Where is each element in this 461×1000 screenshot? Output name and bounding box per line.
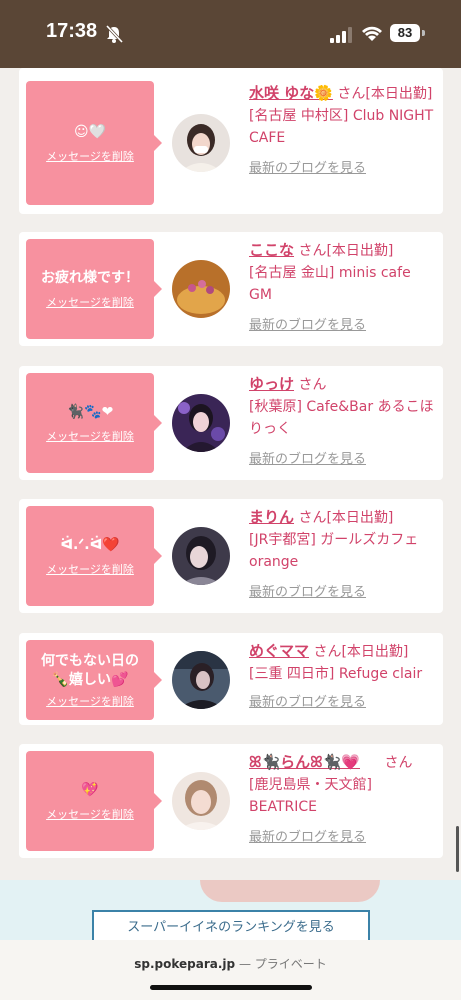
message-bubble: 🐈‍⬛🐾❤ メッセージを削除 [26,373,162,473]
battery-indicator: 83 [390,24,420,42]
cast-name-line: 水咲 ゆな🌼 さん[本日出勤] [249,82,437,105]
home-indicator[interactable] [150,985,312,990]
message-list: ☺🤍 メッセージを削除 水咲 ゆな🌼 さん[本日出勤] [名古屋 中村区] Cl… [0,68,461,948]
signal-icon [330,27,352,43]
message-text: 🐈‍⬛🐾❤ [66,403,114,420]
browser-url-bar[interactable]: sp.pokepara.jp — プライベート [0,940,461,1000]
cast-info: ここな さん[本日出勤] [名古屋 金山] minis cafe GM 最新のブ… [249,239,437,333]
avatar[interactable] [172,114,230,172]
delete-message-link[interactable]: メッセージを削除 [46,294,134,310]
url-separator: — [238,957,251,971]
honorific: さん [298,377,327,393]
message-text: 何でもない日の🍾嬉しい💕 [41,652,139,688]
cast-info: まりん さん[本日出勤] [JR宇都宮] ガールズカフェ orange 最新のブ… [249,506,437,600]
battery-tip [422,30,425,36]
work-status: [本日出勤] [326,243,394,259]
message-text: お疲れ様です！ [41,269,139,286]
status-bar: 17:38 83 [0,0,461,68]
url-host: sp.pokepara.jp [134,957,236,971]
message-bubble: 何でもない日の🍾嬉しい💕 メッセージを削除 [26,640,162,720]
delete-message-link[interactable]: メッセージを削除 [46,428,134,444]
honorific: さん [384,755,413,771]
honorific: さん [313,644,342,660]
work-status: [本日出勤] [326,510,394,526]
wifi-icon [362,26,382,41]
cast-info: ꕤ🐈‍⬛らんꕤ🐈‍⬛💗 さん [鹿児島県・天文館] BEATRICE 最新のブロ… [249,751,437,845]
message-bubble: ᐛ.ᐟ.ᐛ❤️ メッセージを削除 [26,506,162,606]
shop-name: [三重 四日市] Refuge clair [249,666,423,682]
message-card: 💖 メッセージを削除 ꕤ🐈‍⬛らんꕤ🐈‍⬛💗 さん [鹿児島県・天文館] BEA… [19,744,443,858]
message-text: ☺🤍 [73,123,107,140]
avatar[interactable] [172,651,230,709]
honorific: さん [298,510,327,526]
delete-message-link[interactable]: メッセージを削除 [46,693,134,709]
cast-info: ゆっけ さん [秋葉原] Cafe&Bar あるこほりっく 最新のブログを見る [249,373,437,467]
url-text: sp.pokepara.jp — プライベート [0,955,461,972]
work-status: [本日出勤] [365,86,433,102]
shop-name: [JR宇都宮] ガールズカフェ orange [249,532,419,570]
message-text: ᐛ.ᐟ.ᐛ❤️ [60,536,120,553]
message-bubble: 💖 メッセージを削除 [26,751,162,851]
cast-name-link[interactable]: ゆっけ [249,375,294,393]
latest-blog-link[interactable]: 最新のブログを見る [249,826,437,845]
message-card: 何でもない日の🍾嬉しい💕 メッセージを削除 めぐママ さん[本日出勤] [三重 … [19,633,443,725]
shop-name: [鹿児島県・天文館] BEATRICE [249,777,372,815]
cast-name-link[interactable]: ここな [249,241,294,259]
cast-name-link[interactable]: まりん [249,508,294,526]
avatar[interactable] [172,394,230,452]
private-mode-label: プライベート [254,957,327,971]
delete-message-link[interactable]: メッセージを削除 [46,806,134,822]
cast-name-link[interactable]: ꕤ🐈‍⬛らんꕤ🐈‍⬛💗 [249,753,360,771]
latest-blog-link[interactable]: 最新のブログを見る [249,157,437,176]
cast-name-link[interactable]: めぐママ [249,642,309,660]
cast-info: めぐママ さん[本日出勤] [三重 四日市] Refuge clair 最新のブ… [249,640,437,710]
bell-muted-icon [105,24,124,44]
latest-blog-link[interactable]: 最新のブログを見る [249,691,437,710]
honorific: さん [298,243,327,259]
message-card: お疲れ様です！ メッセージを削除 ここな さん[本日出勤] [名古屋 金山] m… [19,232,443,346]
avatar[interactable] [172,260,230,318]
work-status: [本日出勤] [341,644,409,660]
cast-name-line: めぐママ さん[本日出勤] [249,640,437,663]
mascot-illustration [200,880,380,902]
cast-name-link[interactable]: 水咲 ゆな🌼 [249,84,333,102]
cast-info: 水咲 ゆな🌼 さん[本日出勤] [名古屋 中村区] Club NIGHT CAF… [249,82,437,176]
honorific: さん [337,86,366,102]
shop-name: [名古屋 中村区] Club NIGHT CAFE [249,108,434,146]
shop-name: [名古屋 金山] minis cafe GM [249,265,411,303]
status-time: 17:38 [46,20,98,42]
cast-name-line: ここな さん[本日出勤] [249,239,437,262]
message-card: ᐛ.ᐟ.ᐛ❤️ メッセージを削除 まりん さん[本日出勤] [JR宇都宮] ガー… [19,499,443,613]
cast-name-line: まりん さん[本日出勤] [249,506,437,529]
message-bubble: ☺🤍 メッセージを削除 [26,81,162,205]
message-bubble: お疲れ様です！ メッセージを削除 [26,239,162,339]
latest-blog-link[interactable]: 最新のブログを見る [249,448,437,467]
latest-blog-link[interactable]: 最新のブログを見る [249,581,437,600]
message-text: 💖 [81,781,99,798]
cast-name-line: ゆっけ さん [249,373,437,396]
avatar[interactable] [172,772,230,830]
avatar[interactable] [172,527,230,585]
shop-name: [秋葉原] Cafe&Bar あるこほりっく [249,399,434,437]
delete-message-link[interactable]: メッセージを削除 [46,148,134,164]
latest-blog-link[interactable]: 最新のブログを見る [249,314,437,333]
cast-name-line: ꕤ🐈‍⬛らんꕤ🐈‍⬛💗 さん [249,751,437,774]
message-card: 🐈‍⬛🐾❤ メッセージを削除 ゆっけ さん [秋葉原] Cafe&Bar あるこ… [19,366,443,480]
delete-message-link[interactable]: メッセージを削除 [46,561,134,577]
scrollbar[interactable] [456,826,459,872]
message-card: ☺🤍 メッセージを削除 水咲 ゆな🌼 さん[本日出勤] [名古屋 中村区] Cl… [19,68,443,214]
